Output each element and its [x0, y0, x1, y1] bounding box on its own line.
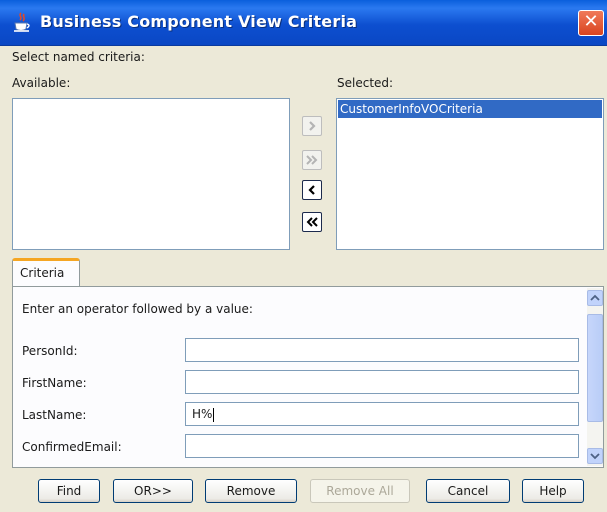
first-name-label: FirstName:	[22, 376, 87, 390]
last-name-input[interactable]: H%	[185, 402, 579, 426]
chevron-left-icon	[308, 185, 315, 195]
selected-label: Selected:	[337, 76, 394, 90]
move-left-button[interactable]	[302, 180, 322, 200]
available-list[interactable]	[12, 98, 290, 250]
last-name-label: LastName:	[22, 408, 87, 422]
selected-list[interactable]: CustomerInfoVOCriteria	[336, 98, 604, 250]
remove-button[interactable]: Remove	[205, 479, 297, 503]
chevron-down-icon	[590, 453, 600, 460]
scroll-thumb[interactable]	[587, 314, 603, 422]
chevron-up-icon	[590, 294, 600, 301]
cancel-button[interactable]: Cancel	[426, 479, 510, 503]
first-name-input[interactable]	[185, 370, 579, 394]
named-criteria-heading: Select named criteria:	[12, 50, 145, 64]
criteria-scrollbar[interactable]	[587, 288, 603, 466]
confirmed-email-label: ConfirmedEmail:	[22, 440, 122, 454]
tab-criteria[interactable]: Criteria	[12, 258, 80, 286]
scroll-up-button[interactable]	[587, 290, 603, 306]
help-button[interactable]: Help	[522, 479, 584, 503]
java-cup-icon	[12, 12, 32, 34]
move-right-button[interactable]	[302, 116, 322, 136]
text-caret	[213, 407, 215, 422]
chevron-right-icon	[309, 121, 316, 131]
criteria-dialog: Business Component View Criteria ✕ Selec…	[0, 0, 607, 512]
close-icon: ✕	[583, 11, 599, 32]
move-all-left-button[interactable]	[302, 212, 322, 232]
window-title: Business Component View Criteria	[40, 12, 358, 31]
double-chevron-right-icon	[306, 155, 318, 165]
title-bar[interactable]: Business Component View Criteria ✕	[0, 0, 607, 46]
remove-all-button[interactable]: Remove All	[310, 479, 410, 503]
confirmed-email-input[interactable]	[185, 434, 579, 458]
double-chevron-left-icon	[306, 217, 318, 227]
criteria-instruction: Enter an operator followed by a value:	[22, 302, 253, 316]
find-button[interactable]: Find	[38, 479, 100, 503]
list-item[interactable]: CustomerInfoVOCriteria	[338, 100, 602, 118]
move-all-right-button[interactable]	[302, 150, 322, 170]
person-id-label: PersonId:	[22, 344, 78, 358]
available-label: Available:	[12, 76, 71, 90]
person-id-input[interactable]	[185, 338, 579, 362]
scroll-down-button[interactable]	[587, 448, 603, 464]
last-name-value: H%	[192, 407, 213, 421]
close-button[interactable]: ✕	[578, 10, 604, 36]
or-button[interactable]: OR>>	[113, 479, 193, 503]
